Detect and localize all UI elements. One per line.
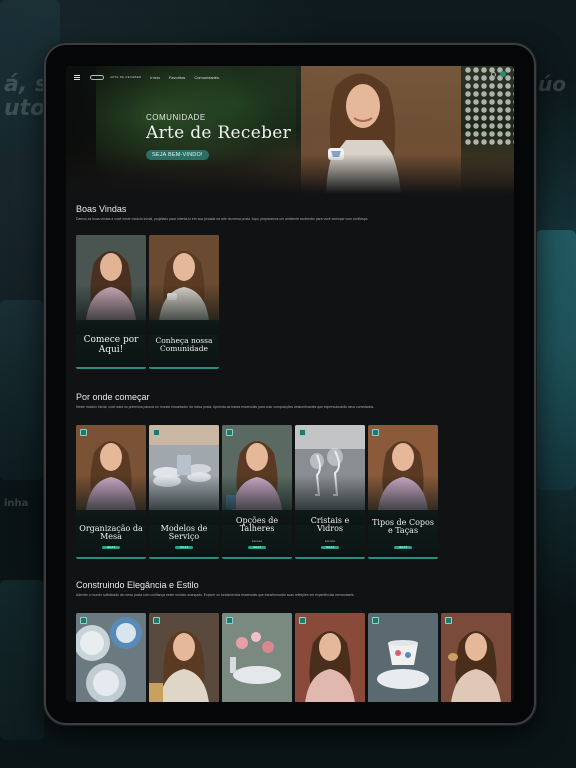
card-row-boas-vindas: Comece por Aqui! Conheça nossa Comunidad… [76, 235, 219, 369]
nav-right [491, 71, 506, 77]
section-title: Construindo Elegância e Estilo [76, 580, 199, 590]
background-text: á, s [4, 72, 48, 97]
card-photo [368, 613, 438, 702]
card-photo [222, 613, 292, 702]
module-badge-icon [80, 429, 87, 436]
lesson-pill: AULA 3 [248, 546, 266, 549]
module-badge-icon [372, 429, 379, 436]
section-por-onde-comecar: Por onde começar Neste módulo inicial, v… [76, 392, 506, 410]
card-photo [76, 613, 146, 702]
background-tile [0, 580, 44, 740]
module-badge-icon [226, 429, 233, 436]
section-boas-vindas: Boas Vindas Damos as boas-vindas a você … [76, 204, 506, 222]
nav-link-comunidades[interactable]: Comunidades [194, 75, 219, 80]
module-card[interactable] [76, 613, 146, 702]
hero-tiles [464, 66, 514, 146]
module-card[interactable] [295, 613, 365, 702]
card-subtitle: Intensivo [251, 540, 263, 543]
module-badge-icon [372, 617, 379, 624]
lesson-pill: AULA 1 [102, 546, 120, 549]
module-card[interactable]: Opções de Talheres Intensivo AULA 3 [222, 425, 292, 559]
module-card[interactable]: Modelos de Serviço AULA 2 [149, 425, 219, 559]
section-construindo-elegancia: Construindo Elegância e Estilo Adentre o… [76, 580, 506, 598]
module-badge-icon [226, 617, 233, 624]
card-label: Conheça nossa Comunidade [155, 336, 213, 353]
card-photo [441, 613, 511, 702]
welcome-button[interactable]: SEJA BEM-VINDO! [146, 150, 209, 160]
module-badge-icon [80, 617, 87, 624]
module-card[interactable]: Tipos de Copos e Taças AULA 5 [368, 425, 438, 559]
background-tile [0, 300, 44, 480]
menu-icon[interactable] [74, 74, 80, 80]
section-description: Neste módulo inicial, você dará os prime… [76, 405, 375, 409]
module-card[interactable] [222, 613, 292, 702]
section-description: Damos as boas-vindas a você neste módulo… [76, 217, 369, 221]
hero-banner: ARTE DE RECEBER Início Favoritos Comunid… [66, 66, 514, 194]
app-screen: ARTE DE RECEBER Início Favoritos Comunid… [66, 66, 514, 702]
section-title: Por onde começar [76, 392, 150, 402]
lesson-pill: AULA 5 [394, 546, 412, 549]
logo-icon[interactable] [90, 74, 104, 80]
background-text: inha [4, 498, 29, 509]
module-card[interactable] [441, 613, 511, 702]
lesson-pill: AULA 2 [175, 546, 193, 549]
module-card[interactable]: Comece por Aqui! [76, 235, 146, 369]
hero-title: Arte de Receber [146, 123, 292, 143]
hero-kicker: COMUNIDADE [146, 113, 206, 122]
top-nav: ARTE DE RECEBER Início Favoritos Comunid… [74, 71, 219, 83]
module-card[interactable]: Organização da Mesa AULA 1 [76, 425, 146, 559]
card-label: Opções de Talheres [235, 516, 279, 533]
section-description: Adentre o mundo sofisticado da mesa post… [76, 593, 355, 597]
nav-link-favoritos[interactable]: Favoritos [169, 75, 185, 80]
nav-link-inicio[interactable]: Início [150, 75, 160, 80]
module-badge-icon [299, 429, 306, 436]
module-badge-icon [445, 617, 452, 624]
card-label: Tipos de Copos e Taças [372, 518, 434, 535]
lesson-pill: AULA 4 [321, 546, 339, 549]
background-text: uto [4, 96, 46, 121]
card-row-por-onde-comecar: Organização da Mesa AULA 1 Modelos de Se… [76, 425, 438, 559]
module-badge-icon [299, 617, 306, 624]
hero-text: COMUNIDADE Arte de Receber SEJA BEM-VIND… [146, 113, 291, 161]
module-card[interactable]: Conheça nossa Comunidade [149, 235, 219, 369]
module-badge-icon [153, 429, 160, 436]
card-row-construindo-elegancia [76, 613, 511, 702]
card-subtitle: Intensivo [324, 540, 336, 543]
card-label: Organização da Mesa [79, 524, 143, 541]
module-badge-icon [153, 617, 160, 624]
card-label: Modelos de Serviço [160, 524, 208, 541]
section-title: Boas Vindas [76, 204, 127, 214]
module-card[interactable]: Cristais e Vidros Intensivo AULA 4 [295, 425, 365, 559]
card-label: Cristais e Vidros [310, 516, 350, 533]
card-photo [295, 613, 365, 702]
search-icon[interactable] [491, 71, 496, 77]
background-text: úo [538, 72, 566, 96]
logo-text[interactable]: ARTE DE RECEBER [110, 75, 141, 79]
card-photo [149, 613, 219, 702]
avatar[interactable] [500, 71, 506, 77]
module-card[interactable] [149, 613, 219, 702]
module-card[interactable] [368, 613, 438, 702]
card-label: Comece por Aqui! [83, 335, 139, 355]
background-tile [536, 230, 576, 490]
